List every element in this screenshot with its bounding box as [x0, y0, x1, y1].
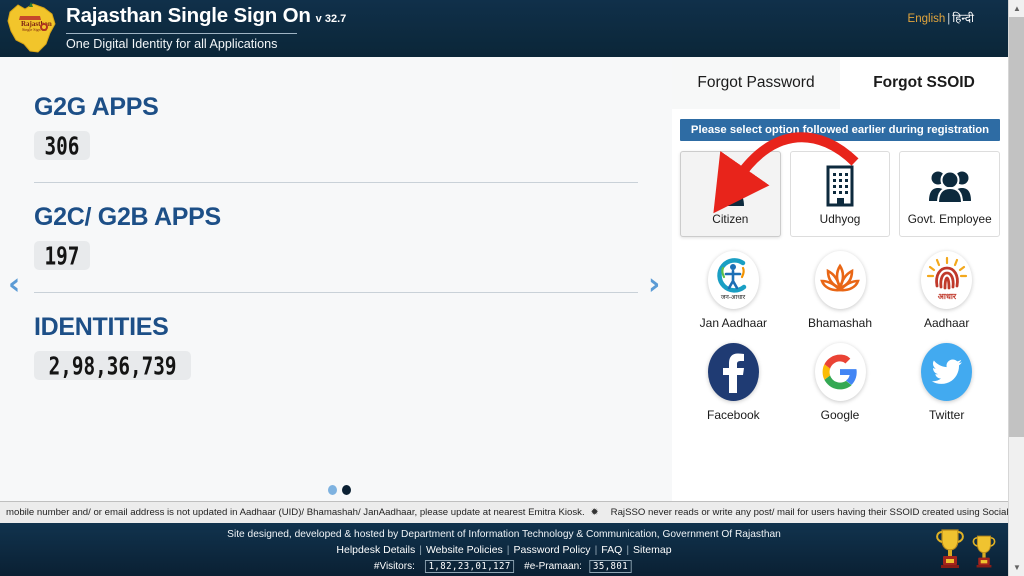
- social-label: Twitter: [929, 408, 965, 422]
- site-title: Rajasthan Single Sign On v 32.7: [66, 4, 347, 27]
- scrolling-notice-marquee: mobile number and/ or email address is n…: [0, 501, 1008, 523]
- language-english-link[interactable]: English: [908, 13, 946, 25]
- stats-carousel-panel: G2G APPS 306 G2C/ G2B APPS 197 IDENTITIE…: [0, 57, 672, 501]
- language-separator: |: [947, 13, 951, 25]
- idp-aadhaar[interactable]: आधार Aadhaar: [893, 251, 1000, 330]
- link-separator: |: [506, 544, 510, 556]
- stat-block-identities: IDENTITIES 2,98,36,739: [0, 313, 672, 380]
- registration-option-row: Citizen Udhyog Govt. Employee: [680, 151, 1001, 237]
- carousel-prev-button[interactable]: ‹: [8, 270, 30, 300]
- stat-counter-g2g: 306: [34, 131, 90, 160]
- idp-jan-aadhaar[interactable]: जन-आधार Jan Aadhaar: [680, 251, 787, 330]
- option-card-citizen[interactable]: Citizen: [680, 151, 781, 237]
- tab-forgot-password[interactable]: Forgot Password: [672, 57, 840, 109]
- site-header: Rajasthan Single Sign On Rajasthan Singl…: [0, 0, 1008, 57]
- social-label: Facebook: [706, 408, 760, 422]
- footer-link-password-policy[interactable]: Password Policy: [514, 544, 591, 556]
- language-switcher[interactable]: English | हिन्दी: [908, 11, 974, 26]
- marquee-text-right: RajSSO never reads or write any post/ ma…: [610, 507, 1008, 518]
- footer-links: Helpdesk Details | Website Policies | Passwo…: [0, 544, 1008, 556]
- link-separator: |: [419, 544, 422, 556]
- award-trophies: [933, 526, 998, 570]
- udhyog-building-icon: [817, 162, 863, 210]
- svg-text:आधार: आधार: [937, 292, 956, 301]
- gold-trophy-icon: [936, 529, 964, 568]
- citizen-person-icon: [707, 162, 753, 210]
- rajasthan-state-map-logo-icon: Rajasthan Single Sign On: [0, 0, 62, 57]
- footer-link-faq[interactable]: FAQ: [601, 544, 622, 556]
- auth-tabs: Forgot Password Forgot SSOID: [672, 57, 1008, 109]
- gold-trophy-icon: [972, 535, 996, 568]
- social-provider-row: Facebook Google Twitter: [680, 343, 1000, 422]
- stat-title: G2C/ G2B APPS: [34, 203, 221, 231]
- jan-aadhaar-logo-icon: जन-आधार: [707, 251, 759, 309]
- twitter-bird-logo-icon: [921, 343, 973, 401]
- govt-employee-group-icon: [927, 162, 973, 210]
- notice-banner: Please select option followed earlier du…: [680, 119, 1000, 141]
- stat-block-g2g: G2G APPS 306: [0, 93, 672, 160]
- facebook-logo-icon: [707, 343, 759, 401]
- stat-divider: [34, 292, 638, 293]
- brand-block: Rajasthan Single Sign On v 32.7 One Digit…: [66, 4, 346, 53]
- visitors-label: #Visitors:: [373, 561, 415, 572]
- option-label: Citizen: [712, 212, 749, 226]
- idp-label: Bhamashah: [807, 316, 873, 330]
- epramaan-count: 35,801: [589, 560, 632, 573]
- identity-provider-row: जन-आधार Jan Aadhaar Bhamashah आधार Aadha…: [680, 251, 1000, 330]
- stat-title: G2G APPS: [34, 93, 159, 121]
- carousel-dot-1[interactable]: [328, 485, 337, 495]
- site-subtitle: One Digital Identity for all Application…: [66, 37, 278, 51]
- google-logo-icon: [814, 343, 866, 401]
- footer-link-website-policies[interactable]: Website Policies: [426, 544, 503, 556]
- visitors-count: 1,82,23,01,127: [424, 560, 515, 573]
- footer-link-helpdesk[interactable]: Helpdesk Details: [336, 544, 415, 556]
- svg-text:जन-आधार: जन-आधार: [721, 294, 746, 301]
- marquee-text-left: mobile number and/ or email address is n…: [6, 507, 585, 518]
- language-hindi-link[interactable]: हिन्दी: [952, 13, 974, 25]
- footer-credit: Site designed, developed & hosted by Dep…: [227, 529, 781, 540]
- option-card-govt-employee[interactable]: Govt. Employee: [899, 151, 1001, 237]
- carousel-dot-2[interactable]: [342, 485, 351, 495]
- marquee-separator-icon: ✹: [590, 507, 599, 518]
- epramaan-label: #e-Pramaan:: [524, 561, 582, 572]
- stat-counter-identities: 2,98,36,739: [34, 351, 192, 381]
- option-label: Govt. Employee: [907, 212, 992, 226]
- carousel-next-button[interactable]: ›: [648, 270, 670, 300]
- stat-title: IDENTITIES: [34, 313, 169, 341]
- stat-counter-value: 197: [44, 241, 80, 271]
- social-label: Google: [820, 408, 860, 422]
- stat-divider: [34, 182, 638, 183]
- stat-counter-g2c-g2b: 197: [34, 241, 90, 270]
- social-twitter[interactable]: Twitter: [893, 343, 1000, 422]
- footer-link-sitemap[interactable]: Sitemap: [633, 544, 672, 556]
- link-separator: |: [594, 544, 598, 556]
- scroll-down-arrow-icon[interactable]: ▼: [1009, 559, 1024, 576]
- page-scrollbar[interactable]: ▲ ▼: [1008, 0, 1024, 576]
- social-google[interactable]: Google: [787, 343, 894, 422]
- stat-block-g2c-g2b: G2C/ G2B APPS 197: [0, 203, 672, 270]
- social-facebook[interactable]: Facebook: [680, 343, 787, 422]
- version-label: v 32.7: [315, 13, 347, 25]
- scrollbar-thumb[interactable]: [1009, 17, 1024, 437]
- idp-label: Aadhaar: [923, 316, 970, 330]
- option-card-udhyog[interactable]: Udhyog: [789, 151, 891, 237]
- page-root: Rajasthan Single Sign On Rajasthan Singl…: [0, 0, 1024, 576]
- scroll-up-arrow-icon[interactable]: ▲: [1009, 0, 1024, 17]
- stat-counter-value: 2,98,36,739: [48, 351, 177, 381]
- link-separator: |: [626, 544, 630, 556]
- footer-counters: #Visitors: 1,82,23,01,127 #e-Pramaan: 35…: [0, 560, 1008, 573]
- site-footer: Site designed, developed & hosted by Dep…: [0, 523, 1008, 576]
- tab-forgot-ssoid[interactable]: Forgot SSOID: [840, 57, 1008, 109]
- carousel-dots: [328, 485, 351, 495]
- auth-panel: Forgot Password Forgot SSOID Please sele…: [672, 57, 1008, 501]
- stat-counter-value: 306: [44, 131, 80, 161]
- idp-bhamashah[interactable]: Bhamashah: [787, 251, 894, 330]
- bhamashah-lotus-logo-icon: [814, 251, 866, 309]
- idp-label: Jan Aadhaar: [699, 316, 768, 330]
- option-label: Udhyog: [819, 212, 861, 226]
- brand-divider: [66, 33, 297, 34]
- aadhaar-fingerprint-logo-icon: आधार: [921, 251, 973, 309]
